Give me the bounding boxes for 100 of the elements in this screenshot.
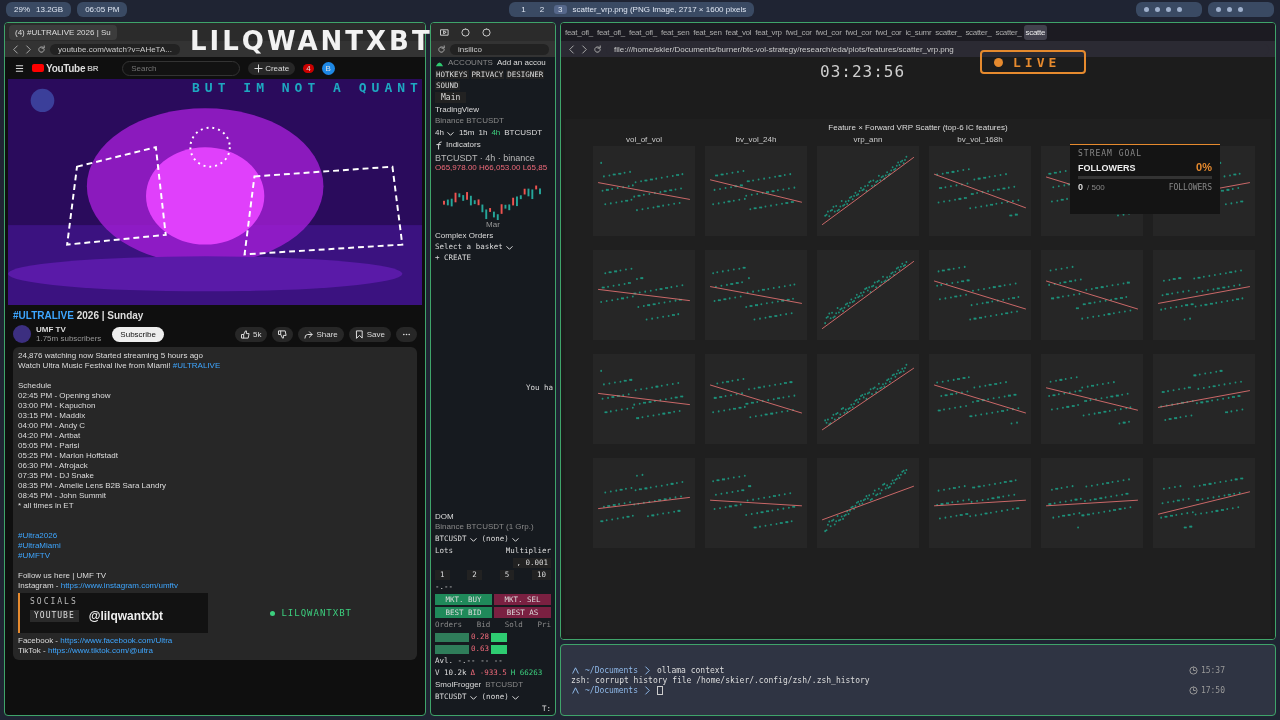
stream-timer: 03:23:56: [820, 62, 906, 81]
channel-name[interactable]: UMF TV: [36, 325, 102, 334]
browser-tab[interactable]: feat_sen: [659, 24, 692, 40]
power-icons: [1208, 1, 1274, 17]
interval-dropdown[interactable]: 4h: [435, 128, 455, 138]
live-badge: LIVE: [980, 50, 1086, 74]
interval-button[interactable]: 15m: [458, 128, 475, 138]
create-button[interactable]: Create: [248, 61, 296, 75]
thumbs-up-icon: [240, 329, 250, 339]
bid-depth-bar: [435, 644, 469, 654]
description-link[interactable]: https://www.facebook.com/Ultra: [60, 636, 173, 645]
browser-tab[interactable]: feat_ofi_: [627, 24, 659, 40]
browser-tab[interactable]: ic_sumr: [903, 24, 934, 40]
description-text: 08:45 PM - John Summit: [18, 491, 107, 500]
window-title: scatter_vrp.png (PNG Image, 2717 × 1600 pixels: [572, 4, 747, 14]
browser-tab[interactable]: feat_vrp: [753, 24, 784, 40]
description-text: 08:35 PM - Amelie Lens B2B Sara Landry: [18, 481, 167, 490]
browser-tab[interactable]: feat_ofi_: [563, 24, 595, 40]
back-icon[interactable]: [11, 44, 20, 54]
hashtag-link[interactable]: #Ultra2026: [18, 531, 58, 540]
interval-button[interactable]: 1h: [478, 128, 488, 138]
share-button[interactable]: Share: [298, 326, 344, 342]
forward-icon[interactable]: [24, 44, 33, 54]
add-account-button[interactable]: Add an accou: [496, 58, 546, 68]
browser-tab[interactable]: fwd_cor: [783, 24, 814, 40]
chart-title: BTCUSDT · 4h · binance: [434, 152, 536, 163]
indicators-button[interactable]: Indicators: [435, 140, 481, 150]
save-button[interactable]: Save: [348, 326, 391, 342]
browser-tab[interactable]: fwd_cor: [813, 24, 844, 40]
reload-icon[interactable]: [37, 44, 46, 54]
prompt-time: 17:50: [1200, 685, 1225, 695]
column-title: bv_vol_168h: [957, 135, 1003, 144]
account-name: SmolFrogger: [435, 680, 482, 690]
browser-tab[interactable]: feat_sen: [691, 24, 724, 40]
description-text: 04:20 PM - Artbat: [18, 431, 81, 440]
workspace-tab[interactable]: 3: [554, 4, 567, 14]
column-title: vrp_ann: [853, 135, 883, 144]
subscriber-count: 1.75m subscribers: [36, 334, 102, 343]
forward-icon[interactable]: [580, 44, 589, 54]
social-handle: @lilqwantxbt: [88, 609, 164, 623]
column-title: vol_of_vol: [626, 135, 662, 144]
description-text: Instagram -: [18, 581, 60, 590]
goal-total: / 500: [1087, 183, 1106, 192]
like-button[interactable]: 5k: [234, 326, 268, 342]
dom-symbol: Binance BTCUSDT (1 Grp.): [435, 522, 534, 532]
socials-label: SOCIALS: [30, 597, 79, 606]
hashtag-link[interactable]: #UMFTV: [18, 551, 50, 560]
axis-label: Mar: [486, 220, 500, 229]
main-tab[interactable]: Main: [435, 92, 467, 103]
accounts-tab[interactable]: ACCOUNTS: [448, 58, 493, 68]
notification-badge[interactable]: 4: [303, 63, 314, 73]
tray-icons: [1136, 1, 1202, 17]
description-text: 03:00 PM - Kapuchon: [18, 401, 96, 410]
clock-icon: [1188, 685, 1198, 695]
browser-tab[interactable]: (4) #ULTRALIVE 2026 | Su: [9, 24, 117, 40]
workspace-tab[interactable]: 1: [517, 4, 530, 14]
chart-source: TradingView: [435, 105, 480, 115]
browser-tab[interactable]: scatte: [1023, 24, 1048, 40]
clock-icon: [1188, 665, 1198, 675]
plus-icon: [254, 63, 264, 73]
dislike-button[interactable]: [272, 326, 294, 342]
description-link[interactable]: https://www.tiktok.com/@ultra: [47, 646, 153, 655]
goal-title: FOLLOWERS: [1078, 163, 1137, 173]
browser-tab[interactable]: feat_ofi_: [595, 24, 627, 40]
browser-tab[interactable]: scatter_: [933, 24, 964, 40]
bookmark-icon: [354, 329, 364, 339]
interval-button[interactable]: 4h: [491, 128, 501, 138]
workspace-tab[interactable]: 2: [535, 4, 549, 14]
browser-tab[interactable]: scatter_: [993, 24, 1024, 40]
thumbs-down-icon: [278, 329, 288, 339]
menu-icon[interactable]: [15, 63, 24, 73]
account-symbol: BTCUSDT: [485, 680, 524, 690]
description-text: * all times in ET: [18, 501, 74, 510]
back-icon[interactable]: [567, 44, 576, 54]
subscribe-button[interactable]: Subscribe: [112, 326, 164, 342]
address-field[interactable]: youtube.com/watch?v=AHeTA...: [50, 43, 180, 55]
hashtag-link[interactable]: #UltraMiami: [18, 541, 61, 550]
share-icon: [304, 329, 314, 339]
symbol-label[interactable]: BTCUSDT: [504, 128, 543, 138]
browser-tab[interactable]: fwd_cor: [873, 24, 904, 40]
browser-tab[interactable]: fwd_cor: [843, 24, 874, 40]
goal-count: 0: [1078, 182, 1083, 192]
description-text: 05:25 PM - Marlon Hoffstadt: [18, 451, 118, 460]
status-dot: [270, 610, 276, 616]
cursor: [657, 685, 663, 695]
tagline: BUT IM NOT A QUANT: [192, 80, 423, 95]
reload-icon[interactable]: [437, 44, 446, 54]
browser-tab[interactable]: feat_vol: [723, 24, 754, 40]
description-link[interactable]: https://www.instagram.com/umftv: [60, 581, 179, 590]
description-text: 06:30 PM - Afrojack: [18, 461, 88, 470]
prompt-path: ~/Documents: [585, 685, 638, 695]
address-field[interactable]: insilico: [450, 43, 549, 55]
search-field[interactable]: Search: [122, 60, 241, 76]
description-link[interactable]: #ULTRALIVE: [172, 361, 221, 370]
browser-tab[interactable]: scatter_: [963, 24, 994, 40]
prompt-path: ~/Documents: [585, 665, 638, 675]
reload-icon[interactable]: [593, 44, 602, 54]
goal-label: STREAM GOAL: [1078, 149, 1142, 158]
description-text: 07:35 PM - DJ Snake: [18, 471, 95, 480]
output-text: zsh: corrupt history file /home/skier/.config/zsh/.zsh_history: [571, 675, 870, 685]
